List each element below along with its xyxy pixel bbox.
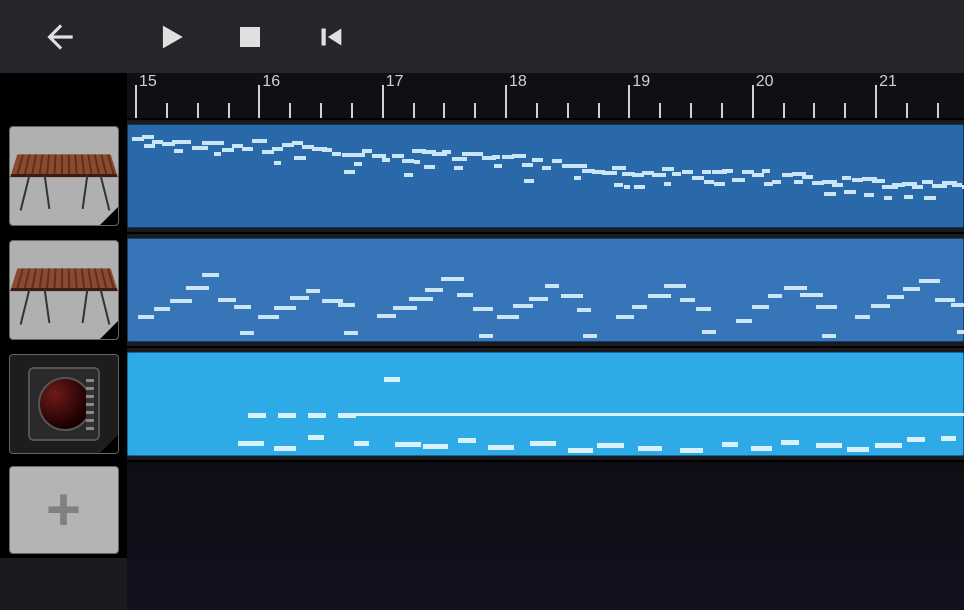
stop-icon xyxy=(235,22,265,52)
play-button[interactable] xyxy=(130,12,210,62)
track-1-clip[interactable] xyxy=(127,124,964,228)
skip-start-button[interactable] xyxy=(290,12,370,62)
tracks-area: + xyxy=(0,118,964,602)
empty-region xyxy=(127,462,964,610)
skip-previous-icon xyxy=(313,20,347,54)
ruler-label: 17 xyxy=(386,73,404,91)
ruler-corner xyxy=(0,73,127,118)
ruler-label: 16 xyxy=(262,73,280,91)
track-3-header[interactable] xyxy=(0,348,127,460)
arrow-left-icon xyxy=(41,18,79,56)
stop-button[interactable] xyxy=(210,12,290,62)
ruler-label: 19 xyxy=(632,73,650,91)
back-button[interactable] xyxy=(20,12,100,62)
track-2-clip[interactable] xyxy=(127,238,964,342)
add-track-row: + xyxy=(0,460,964,610)
track-2 xyxy=(0,232,964,346)
drum-machine-icon xyxy=(10,355,118,453)
track-2-header[interactable] xyxy=(0,234,127,346)
track-1 xyxy=(0,118,964,232)
ruler-label: 20 xyxy=(756,73,774,91)
toolbar xyxy=(0,0,964,73)
track-1-header[interactable] xyxy=(0,120,127,232)
ruler-label: 15 xyxy=(139,73,157,91)
track-3-clip[interactable] xyxy=(127,352,964,456)
marimba-icon xyxy=(10,127,118,225)
timeline-ruler[interactable]: 15 16 17 18 19 20 21 xyxy=(127,73,964,118)
track-3 xyxy=(0,346,964,460)
add-track-button[interactable]: + xyxy=(0,462,127,558)
plus-icon: + xyxy=(46,492,81,528)
ruler-label: 18 xyxy=(509,73,527,91)
play-icon xyxy=(153,20,187,54)
ruler-label: 21 xyxy=(879,73,897,91)
marimba-icon xyxy=(10,241,118,339)
